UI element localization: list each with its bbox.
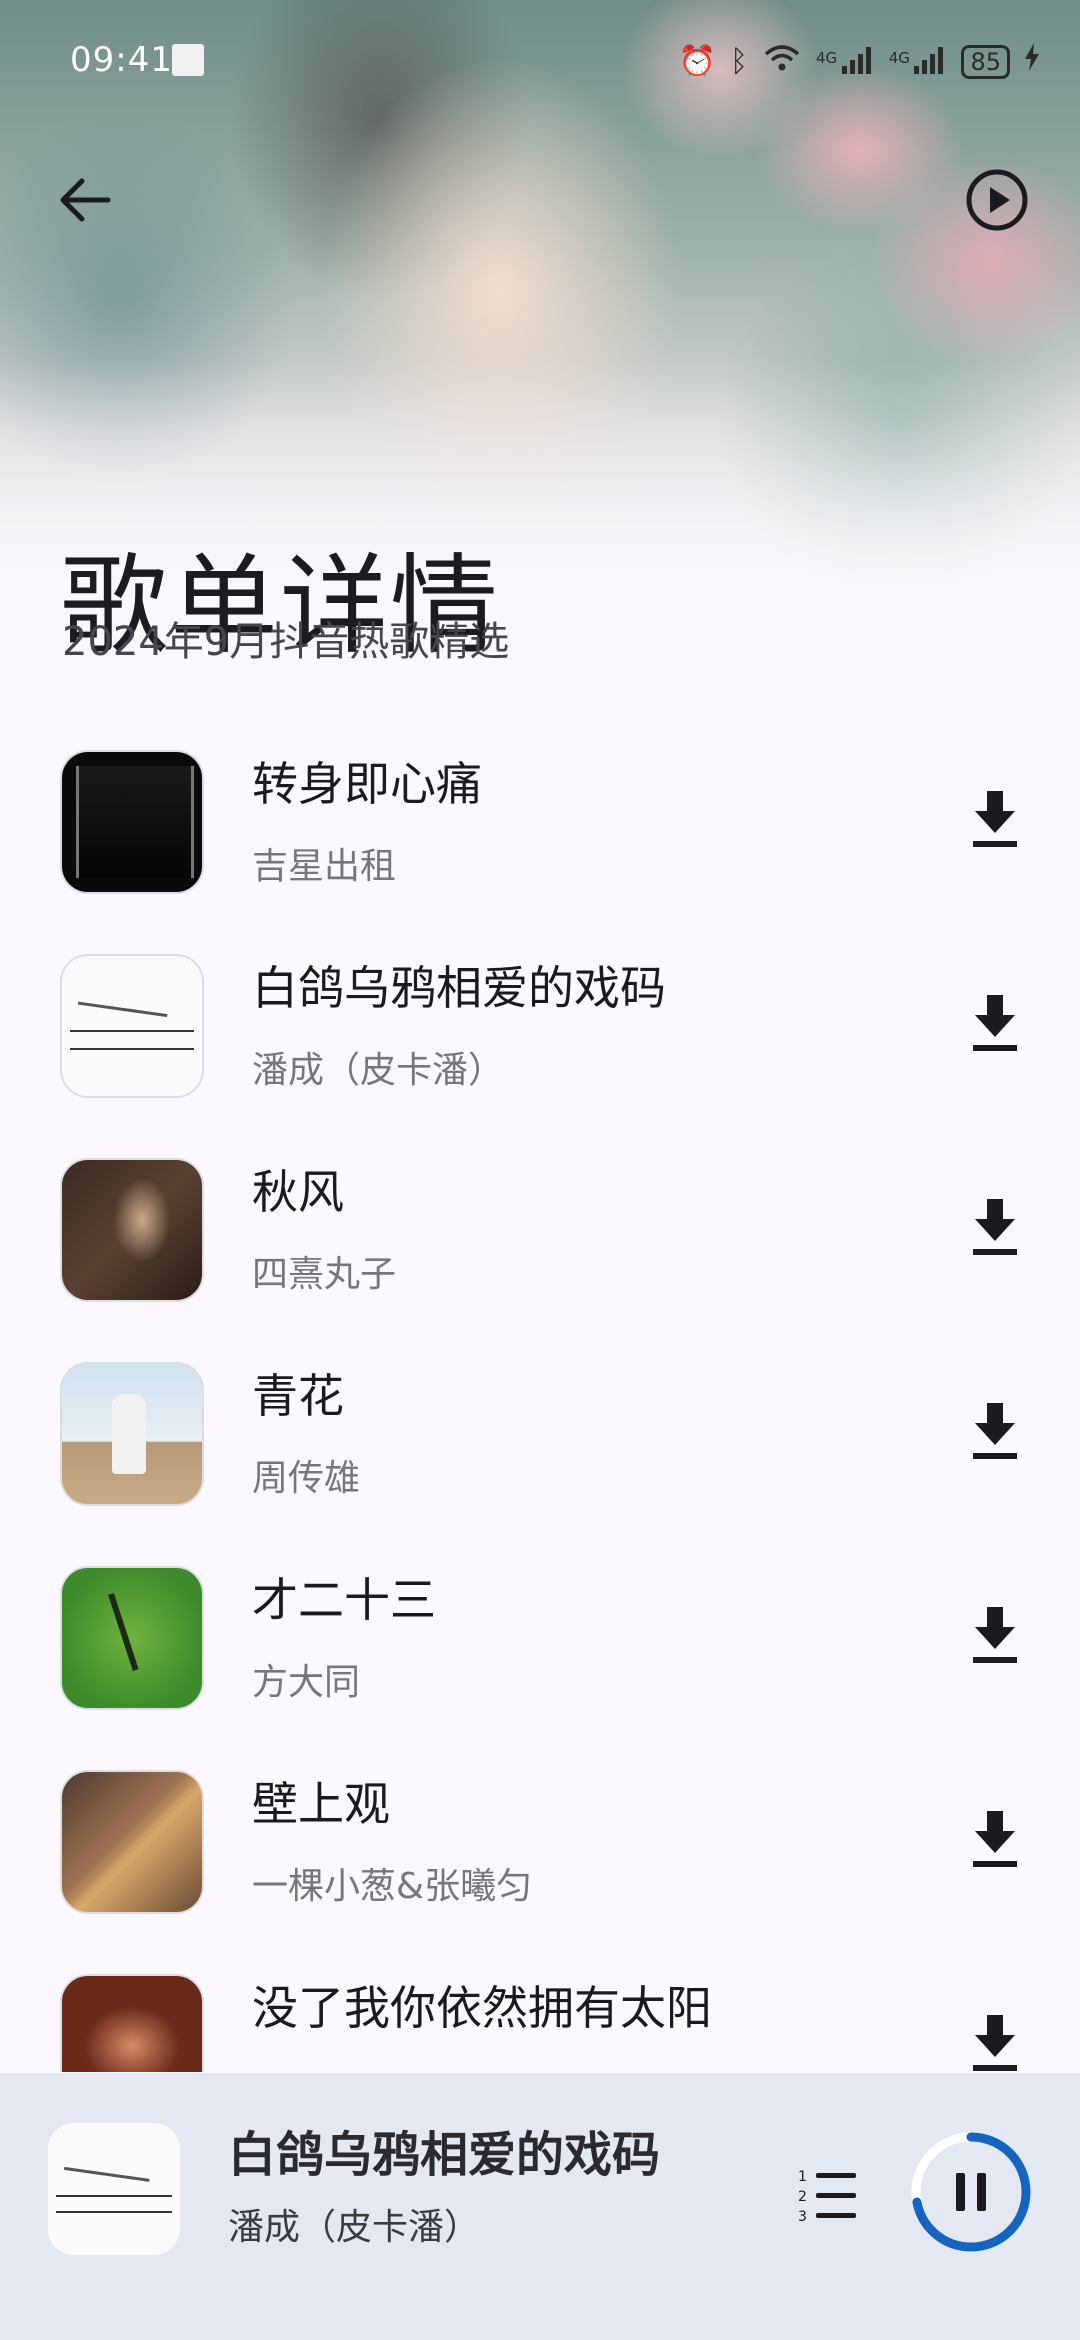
song-title: 转身即心痛 (252, 757, 482, 811)
song-artist: 潘成（皮卡潘） (252, 1050, 505, 1091)
download-icon (973, 2015, 1017, 2071)
song-item[interactable]: 秋风 四熹丸子 (0, 1148, 1080, 1352)
play-all-button[interactable] (962, 165, 1032, 235)
download-icon (973, 1199, 1017, 1255)
queue-button[interactable]: 1 2 3 (796, 2165, 860, 2225)
download-icon (973, 1607, 1017, 1663)
download-button[interactable] (965, 1805, 1025, 1871)
svg-text:2: 2 (798, 2189, 807, 2205)
album-cover (60, 750, 204, 894)
svg-text:1: 1 (798, 2169, 807, 2185)
now-playing-artist: 潘成（皮卡潘） (228, 2207, 481, 2248)
now-playing-title: 白鸽乌鸦相爱的戏码 (228, 2127, 661, 2183)
download-button[interactable] (965, 785, 1025, 851)
song-item[interactable]: 才二十三 方大同 (0, 1556, 1080, 1760)
bluetooth-icon: ᛒ (730, 43, 749, 79)
song-item[interactable]: 没了我你依然拥有太阳 (0, 1964, 1080, 2072)
svg-text:3: 3 (798, 2209, 807, 2225)
song-item[interactable]: 青花 周传雄 (0, 1352, 1080, 1556)
album-cover (60, 1362, 204, 1506)
album-cover (60, 1566, 204, 1710)
network-type-2: 4G (888, 49, 910, 67)
album-cover (60, 1974, 204, 2072)
song-title: 青花 (252, 1369, 344, 1423)
pause-icon (956, 2173, 986, 2211)
play-pause-button[interactable] (906, 2127, 1036, 2257)
download-icon (973, 995, 1017, 1051)
song-title: 壁上观 (252, 1777, 390, 1831)
album-cover (60, 1158, 204, 1302)
alarm-icon: ⏰ (678, 43, 717, 79)
signal-icon-2: 4G (889, 40, 948, 83)
download-button[interactable] (965, 989, 1025, 1055)
song-title: 没了我你依然拥有太阳 (252, 1981, 712, 2035)
download-icon (973, 791, 1017, 847)
song-artist: 周传雄 (252, 1458, 361, 1499)
network-type-1: 4G (816, 49, 838, 67)
song-artist: 四熹丸子 (252, 1254, 397, 1295)
album-cover (60, 954, 204, 1098)
wifi-icon (762, 42, 802, 81)
status-icons: ⏰ ᛒ 4G 4G 85 (679, 40, 1040, 83)
song-title: 秋风 (252, 1165, 344, 1219)
notification-icon (172, 44, 204, 76)
status-bar: 09:41 ⏰ ᛒ 4G 4G 85 (0, 0, 1080, 120)
song-title: 白鸽乌鸦相爱的戏码 (252, 961, 666, 1015)
play-circle-icon (966, 169, 1028, 231)
back-button[interactable] (50, 165, 120, 235)
song-item[interactable]: 壁上观 一棵小葱&张曦匀 (0, 1760, 1080, 1964)
playback-progress-ring (911, 2132, 1031, 2252)
download-button[interactable] (965, 2009, 1025, 2072)
download-button[interactable] (965, 1193, 1025, 1259)
download-button[interactable] (965, 1397, 1025, 1463)
song-list: 转身即心痛 吉星出租 白鸽乌鸦相爱的戏码 潘成（皮卡潘） 秋风 四熹丸子 青花 … (0, 740, 1080, 2072)
battery-level: 85 (961, 44, 1010, 79)
song-title: 才二十三 (252, 1573, 436, 1627)
song-artist: 吉星出租 (252, 846, 397, 887)
numbered-list-icon: 1 2 3 (798, 2169, 856, 2225)
song-item[interactable]: 转身即心痛 吉星出租 (0, 740, 1080, 944)
playlist-subtitle: 2024年9月抖音热歌精选 (62, 619, 510, 665)
download-icon (973, 1403, 1017, 1459)
song-artist: 方大同 (252, 1662, 361, 1703)
song-item[interactable]: 白鸽乌鸦相爱的戏码 潘成（皮卡潘） (0, 944, 1080, 1148)
signal-icon-1: 4G (816, 40, 875, 83)
mini-player[interactable]: 白鸽乌鸦相爱的戏码 潘成（皮卡潘） 1 2 3 (0, 2073, 1080, 2340)
arrow-left-icon (60, 178, 111, 222)
download-button[interactable] (965, 1601, 1025, 1667)
status-time: 09:41 (70, 40, 173, 80)
album-cover (60, 1770, 204, 1914)
now-playing-cover[interactable] (48, 2123, 180, 2255)
charging-icon (1024, 43, 1040, 80)
download-icon (973, 1811, 1017, 1867)
song-artist: 一棵小葱&张曦匀 (252, 1866, 533, 1907)
